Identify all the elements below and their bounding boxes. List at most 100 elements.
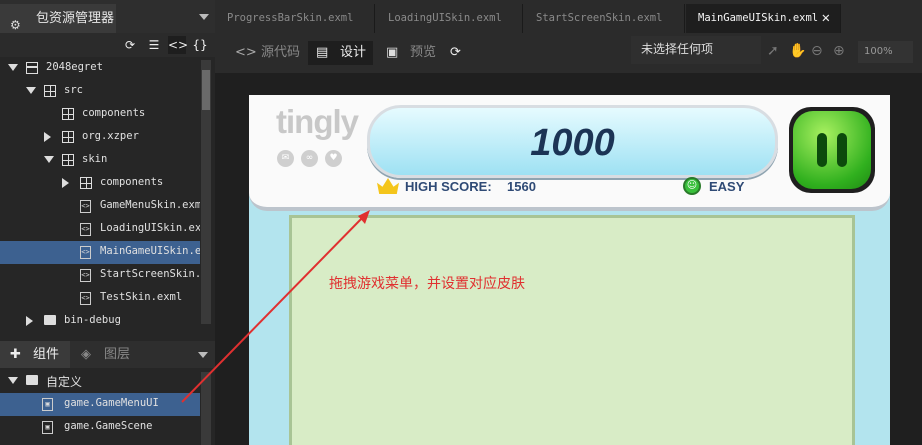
tree-item[interactable]: org.xzper — [0, 126, 200, 149]
chevron-right-icon[interactable] — [26, 316, 33, 326]
file-tab-label: LoadingUISkin.exml — [388, 12, 502, 24]
chevron-down-icon[interactable] — [44, 156, 54, 163]
high-score-label: HIGH SCORE: — [405, 179, 492, 194]
chevron-down-icon[interactable] — [8, 64, 18, 71]
close-icon[interactable]: ✕ — [822, 4, 830, 33]
tree-item[interactable]: src — [0, 80, 200, 103]
game-preview: tingly ✉ ∞ ♥ 1000 HIGH SCORE: 1560 ☺ EAS… — [249, 95, 890, 445]
score-value: 1000 — [530, 122, 615, 164]
refresh-icon[interactable]: ⟳ — [450, 41, 470, 65]
code-icon[interactable]: <> — [168, 36, 188, 54]
image-icon: ▣ — [42, 421, 53, 434]
preview-button[interactable]: ▣ 预览 — [378, 41, 443, 65]
tab-layers[interactable]: ◈ 图层 — [76, 341, 146, 368]
refresh-icon[interactable]: ⟳ — [121, 36, 139, 54]
source-view-button[interactable]: <> 源代码 — [225, 41, 303, 65]
tree-item-label: src — [64, 84, 83, 96]
preview-label: 预览 — [410, 45, 437, 60]
preview-icon: ▣ — [386, 45, 399, 60]
package-icon — [80, 177, 92, 189]
exml-file-icon: <> — [80, 246, 91, 259]
component-list: 自定义 ▣ game.GameMenuUI ▣ game.GameScene — [0, 370, 200, 445]
tree-item[interactable]: <> GameMenuSkin.exml — [0, 195, 200, 218]
tree-item-label: TestSkin.exml — [100, 291, 183, 303]
chevron-down-icon[interactable] — [199, 14, 209, 20]
tree-item-label: components — [100, 176, 164, 188]
explorer-tab[interactable]: ⚙ 包资源管理器 — [0, 4, 116, 33]
component-item[interactable]: ▣ game.GameMenuUI — [0, 393, 200, 416]
pause-icon — [793, 111, 871, 189]
chevron-right-icon[interactable] — [44, 132, 51, 142]
puzzle-icon: ✚ — [10, 347, 21, 362]
components-header: ✚ 组件 ◈ 图层 — [0, 341, 215, 368]
exml-file-icon: <> — [80, 223, 91, 236]
zoom-in-icon[interactable]: ⊕ — [833, 43, 845, 59]
pointer-icon[interactable]: ➚ — [767, 43, 779, 59]
file-tab[interactable]: ProgressBarSkin.exml — [215, 4, 375, 33]
tree-item-label: LoadingUISkin.exml — [100, 222, 200, 234]
tree-item[interactable]: components — [0, 103, 200, 126]
layers-icon: ◈ — [81, 347, 91, 362]
crown-icon — [377, 178, 399, 194]
tree-item[interactable]: 2048egret — [0, 57, 200, 80]
tree-item-label: GameMenuSkin.exml — [100, 199, 200, 211]
package-icon — [44, 85, 56, 97]
editor-tabs: ProgressBarSkin.exml LoadingUISkin.exml St… — [199, 0, 922, 33]
package-icon — [62, 154, 74, 166]
tree-item-label: MainGameUISkin.exml — [100, 245, 200, 257]
chevron-down-icon[interactable] — [8, 377, 18, 384]
tree-item-label: skin — [82, 153, 108, 165]
layout-icon: ▤ — [316, 45, 329, 60]
project-icon — [26, 62, 38, 74]
tree-item[interactable]: <> StartScreenSkin.exml — [0, 264, 200, 287]
component-label: game.GameScene — [64, 420, 153, 432]
zoom-level[interactable]: 100% — [858, 41, 913, 63]
folder-icon — [26, 375, 38, 385]
gamepad-icon: ∞ — [301, 150, 318, 167]
tree-scroll-thumb[interactable] — [202, 70, 210, 110]
file-tab[interactable]: StartScreenSkin.exml — [524, 4, 685, 33]
tree-item[interactable]: skin — [0, 149, 200, 172]
explorer-title: 包资源管理器 — [36, 11, 115, 26]
chevron-down-icon[interactable] — [198, 352, 208, 358]
hand-icon[interactable]: ✋ — [789, 43, 806, 59]
zoom-out-icon[interactable]: ⊖ — [811, 43, 823, 59]
pause-button[interactable] — [789, 107, 875, 193]
high-score-value: 1560 — [507, 179, 536, 194]
tree-item[interactable]: <> MainGameUISkin.exml — [0, 241, 200, 264]
component-scrollbar[interactable] — [201, 372, 211, 445]
file-tab[interactable]: MainGameUISkin.exml ✕ — [686, 4, 841, 33]
file-tab[interactable]: LoadingUISkin.exml — [376, 4, 523, 33]
design-toolbar: <> 源代码 ▤ 设计 ▣ 预览 ⟳ 未选择任何项 ➚ ✋ ⊖ ⊕ 100% — [215, 33, 922, 73]
selection-status: 未选择任何项 — [631, 36, 761, 64]
tab-components[interactable]: ✚ 组件 — [0, 341, 70, 368]
pause-bar-left — [817, 133, 827, 167]
tree-scrollbar[interactable] — [201, 60, 211, 324]
chevron-right-icon[interactable] — [62, 178, 69, 188]
folder-icon — [44, 315, 56, 325]
logo: tingly — [276, 103, 359, 140]
explorer-header: ⚙ 包资源管理器 — [0, 0, 215, 33]
component-folder[interactable]: 自定义 — [0, 370, 200, 393]
chevron-down-icon[interactable] — [26, 87, 36, 94]
list-icon[interactable]: ☰ — [145, 36, 163, 54]
explorer-toolbar: ⟳ ☰ <> {} — [0, 33, 215, 57]
tree-item[interactable]: <> TestSkin.exml — [0, 287, 200, 310]
tree-item[interactable]: components — [0, 172, 200, 195]
exml-file-icon: <> — [80, 292, 91, 305]
game-board — [289, 215, 855, 445]
component-item[interactable]: ▣ game.GameScene — [0, 416, 200, 439]
game-header: tingly ✉ ∞ ♥ 1000 HIGH SCORE: 1560 ☺ EAS… — [249, 95, 890, 211]
tree-item[interactable]: bin-debug — [0, 310, 200, 327]
component-label: game.GameMenuUI — [64, 397, 159, 409]
design-canvas[interactable]: tingly ✉ ∞ ♥ 1000 HIGH SCORE: 1560 ☺ EAS… — [215, 73, 922, 445]
braces-icon[interactable]: {} — [191, 36, 209, 54]
design-view-button[interactable]: ▤ 设计 — [308, 41, 373, 65]
score-display: 1000 — [367, 105, 778, 178]
tree-item[interactable]: <> LoadingUISkin.exml — [0, 218, 200, 241]
file-tree: 2048egret src components org.xzper skin compo… — [0, 57, 200, 327]
package-icon — [62, 108, 74, 120]
component-label: 自定义 — [46, 375, 83, 389]
file-tab-label: ProgressBarSkin.exml — [227, 12, 354, 24]
annotation-text: 拖拽游戏菜单，并设置对应皮肤 — [329, 276, 525, 292]
